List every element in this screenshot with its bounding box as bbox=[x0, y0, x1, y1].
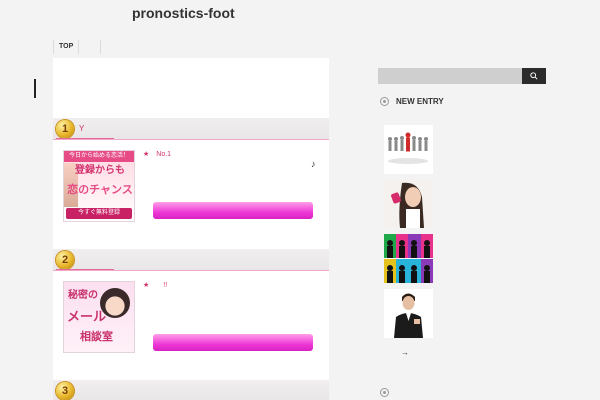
entry-thumbnail-1[interactable] bbox=[384, 125, 433, 174]
section-heading-2 bbox=[380, 388, 396, 397]
rank-underline bbox=[56, 138, 114, 139]
man-photo bbox=[384, 289, 433, 338]
rank-header-2: 2 bbox=[53, 249, 329, 271]
woman-photo bbox=[384, 179, 433, 228]
rank-1-pink-button[interactable] bbox=[153, 202, 313, 219]
breadcrumb-current bbox=[79, 40, 102, 54]
banner-2-line1: 秘密の bbox=[68, 290, 98, 301]
new-entry-label: NEW ENTRY bbox=[396, 97, 444, 106]
more-arrow-icon[interactable]: → bbox=[401, 348, 409, 357]
music-note-icon: ♪ bbox=[311, 159, 316, 169]
text-cursor bbox=[34, 79, 36, 98]
medal-1-icon: 1 bbox=[56, 120, 74, 138]
breadcrumb: TOP bbox=[53, 40, 102, 54]
rank-header-3: 3 bbox=[53, 380, 329, 400]
site-title[interactable]: pronostics-foot bbox=[132, 5, 235, 21]
new-entry-heading: NEW ENTRY bbox=[380, 97, 444, 106]
crowd-image bbox=[384, 125, 433, 174]
banner-1-main-text: 登録からも bbox=[75, 165, 125, 176]
banner-2-line3: 相談室 bbox=[80, 331, 113, 343]
banner-1[interactable]: 今日から始める恋活！ 登録からも 恋のチャンス 今すぐ無料登録 bbox=[63, 150, 135, 222]
rank-2-star-text: ★ !! bbox=[143, 282, 168, 289]
medal-2-icon: 2 bbox=[56, 251, 74, 269]
rank-1-star-text: ★ No.1 bbox=[143, 151, 172, 158]
silhouettes-grid-image bbox=[384, 234, 433, 283]
banner-2[interactable]: 秘密の メール 相談室 bbox=[63, 281, 135, 353]
main-content: 1 Y 今日から始める恋活！ 登録からも 恋のチャンス 今すぐ無料登録 ★ No… bbox=[53, 58, 329, 400]
rank-2-pink-button[interactable] bbox=[153, 334, 313, 351]
breadcrumb-top[interactable]: TOP bbox=[53, 40, 80, 54]
circle-bullet-icon bbox=[380, 388, 389, 397]
search-input[interactable] bbox=[378, 68, 522, 84]
rank-title-1: Y bbox=[79, 124, 85, 133]
banner-1-sub-text: 恋のチャンス bbox=[67, 184, 133, 196]
banner-2-line2: メール bbox=[67, 309, 107, 324]
rank-underline bbox=[56, 269, 114, 270]
banner-1-button[interactable]: 今すぐ無料登録 bbox=[66, 208, 132, 219]
rank-header-1: 1 Y bbox=[53, 118, 329, 140]
entry-thumbnail-2[interactable] bbox=[384, 179, 433, 228]
banner-1-top-text: 今日から始める恋活！ bbox=[64, 151, 134, 162]
search-button[interactable] bbox=[522, 68, 546, 84]
entry-thumbnail-3[interactable] bbox=[384, 234, 433, 283]
medal-3-icon: 3 bbox=[56, 382, 74, 400]
entry-thumbnail-4[interactable] bbox=[384, 289, 433, 338]
circle-bullet-icon bbox=[380, 97, 389, 106]
search-icon bbox=[530, 72, 538, 80]
